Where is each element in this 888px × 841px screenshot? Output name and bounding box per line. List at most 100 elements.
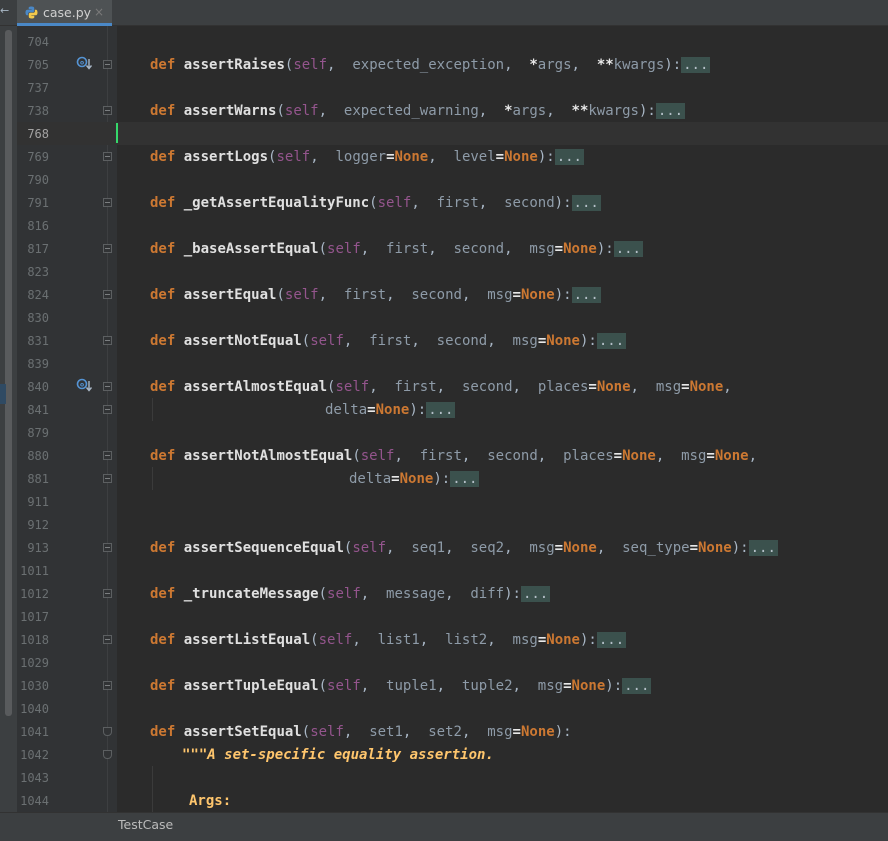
folded-region[interactable]: ...: [571, 195, 601, 211]
folded-region[interactable]: ...: [571, 287, 601, 303]
fold-toggle[interactable]: [103, 451, 112, 460]
code-line[interactable]: def assertAlmostEqual(self, first, secon…: [150, 376, 740, 399]
code-line[interactable]: def assertRaises(self, expected_exceptio…: [150, 54, 711, 77]
colon: :: [740, 540, 749, 556]
comma: ,: [411, 195, 429, 211]
operator: =: [512, 287, 521, 303]
code-line[interactable]: def assertWarns(self, expected_warning, …: [150, 100, 686, 123]
code-line[interactable]: def assertTupleEqual(self, tuple1, tuple…: [150, 675, 652, 698]
operator: =: [588, 379, 597, 395]
code-line[interactable]: def assertLogs(self, logger=None, level=…: [150, 146, 584, 169]
function-name: assertNotAlmostEqual: [183, 448, 353, 464]
fold-toggle[interactable]: [103, 336, 112, 345]
folded-region[interactable]: ...: [596, 632, 627, 648]
fold-toggle[interactable]: [103, 198, 112, 207]
code-line[interactable]: """A set-specific equality assertion.: [182, 744, 494, 767]
fold-toggle[interactable]: [103, 681, 112, 690]
fold-toggle[interactable]: [103, 152, 112, 161]
paren: (: [318, 241, 328, 257]
none-literal: None: [698, 540, 732, 556]
param: first: [386, 241, 429, 257]
code-line[interactable]: Args:: [189, 790, 231, 813]
line-number: 1041: [20, 725, 49, 739]
operator: *: [529, 57, 538, 73]
def-keyword: def: [150, 287, 176, 303]
scroll-tabs-left-icon[interactable]: ←: [0, 4, 12, 20]
indent-guide: [152, 398, 153, 421]
paren: ): [605, 678, 614, 694]
def-keyword: def: [150, 57, 176, 73]
colon: :: [441, 471, 451, 487]
fold-toggle[interactable]: [103, 543, 112, 552]
fold-toggle[interactable]: [103, 474, 112, 483]
folded-region[interactable]: ...: [596, 333, 627, 349]
comma: ,: [748, 448, 766, 464]
folded-region[interactable]: ...: [622, 678, 652, 694]
colon: :: [672, 57, 682, 73]
self-param: self: [327, 241, 361, 257]
code-line[interactable]: def _truncateMessage(self, message, diff…: [150, 583, 551, 606]
function-name: _truncateMessage: [183, 586, 319, 602]
code-line[interactable]: def _getAssertEqualityFunc(self, first, …: [150, 192, 601, 215]
param: second: [504, 195, 555, 211]
param: first: [343, 287, 387, 303]
fold-toggle[interactable]: [103, 382, 112, 391]
fold-toggle[interactable]: [103, 290, 112, 299]
none-literal: None: [689, 379, 724, 395]
fold-toggle[interactable]: [103, 727, 112, 736]
code-line[interactable]: def assertNotAlmostEqual(self, first, se…: [150, 445, 765, 468]
code-line[interactable]: def assertEqual(self, first, second, msg…: [150, 284, 601, 307]
line-number: 1012: [20, 587, 49, 601]
folded-region[interactable]: ...: [520, 586, 551, 602]
tab-case-py[interactable]: case.py ×: [17, 0, 112, 26]
overrides-method-icon[interactable]: o: [76, 56, 94, 72]
none-literal: None: [571, 678, 606, 694]
fold-toggle[interactable]: [103, 589, 112, 598]
self-param: self: [284, 103, 319, 119]
none-literal: None: [563, 241, 597, 257]
code-line[interactable]: delta=None):...: [325, 399, 456, 422]
self-param: self: [310, 333, 344, 349]
close-icon[interactable]: ×: [94, 5, 104, 19]
comma: ,: [360, 678, 378, 694]
folded-region[interactable]: ...: [655, 103, 686, 119]
paren: ): [664, 57, 673, 73]
comma: ,: [655, 448, 673, 464]
overrides-method-icon[interactable]: o: [76, 378, 94, 394]
fold-toggle[interactable]: [103, 750, 112, 759]
param: first: [419, 448, 462, 464]
line-number: 841: [27, 403, 49, 417]
fold-toggle[interactable]: [103, 244, 112, 253]
colon: :: [512, 586, 521, 602]
line-number: 881: [27, 472, 49, 486]
folded-region[interactable]: ...: [613, 241, 643, 257]
folded-region[interactable]: ...: [681, 57, 711, 73]
self-param: self: [310, 724, 344, 740]
breadcrumb-item-testcase[interactable]: TestCase: [118, 817, 173, 832]
line-number: 816: [27, 219, 49, 233]
folded-region[interactable]: ...: [450, 471, 480, 487]
folded-region[interactable]: ...: [748, 540, 778, 556]
fold-toggle[interactable]: [103, 60, 112, 69]
docstring: """A set-specific equality assertion.: [182, 747, 494, 763]
indent-guide: [152, 766, 153, 812]
fold-toggle[interactable]: [103, 106, 112, 115]
comma: ,: [343, 333, 361, 349]
left-scrollbar-thumb[interactable]: [5, 30, 12, 716]
operator: **: [596, 57, 614, 73]
code-line[interactable]: def assertSetEqual(self, set1, set2, msg…: [150, 721, 572, 744]
line-number: 768: [27, 127, 49, 141]
function-name: _baseAssertEqual: [183, 241, 319, 257]
comma: ,: [394, 448, 412, 464]
fold-toggle[interactable]: [103, 405, 112, 414]
folded-region[interactable]: ...: [426, 402, 456, 418]
code-line[interactable]: delta=None):...: [349, 468, 480, 491]
code-line[interactable]: def _baseAssertEqual(self, first, second…: [150, 238, 643, 261]
code-line[interactable]: def assertNotEqual(self, first, second, …: [150, 330, 627, 353]
code-line[interactable]: def assertSequenceEqual(self, seq1, seq2…: [150, 537, 778, 560]
fold-toggle[interactable]: [103, 635, 112, 644]
code-line[interactable]: def assertListEqual(self, list1, list2, …: [150, 629, 627, 652]
comma: ,: [546, 103, 564, 119]
folded-region[interactable]: ...: [554, 149, 584, 165]
caret-line-highlight: [17, 122, 888, 145]
